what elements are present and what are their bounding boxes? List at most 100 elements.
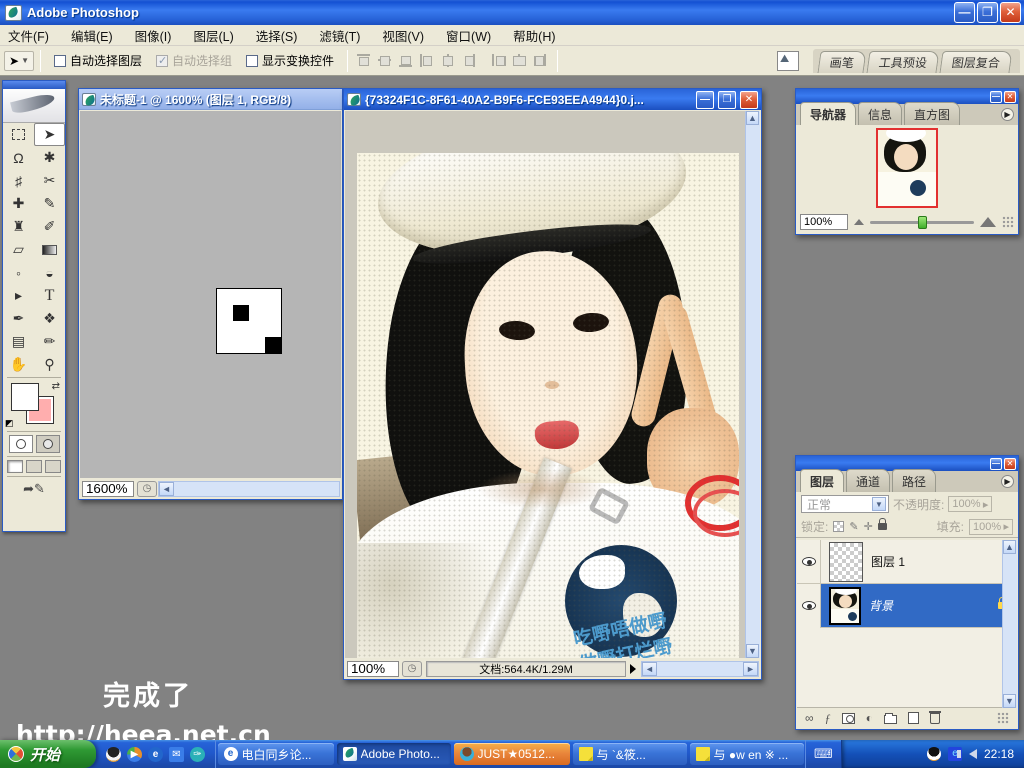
zoom-out-icon[interactable]	[854, 219, 864, 225]
doc1-image-checkerboard[interactable]	[216, 288, 282, 354]
zoom-tool[interactable]: ⚲	[34, 353, 65, 376]
task-note-1[interactable]: 与 `&筱...	[573, 743, 687, 765]
background-thumbnail[interactable]	[829, 587, 861, 625]
crop-tool[interactable]: ♯	[3, 169, 34, 192]
fullscreen-with-menu-button[interactable]	[26, 460, 42, 473]
move-tool-preset[interactable]: ➤ ▼	[4, 51, 34, 71]
lasso-tool[interactable]: Ω	[3, 146, 34, 169]
show-transform-controls-option[interactable]: 显示变换控件	[246, 52, 334, 69]
doc2-titlebar[interactable]: {73324F1C-8F61-40A2-B9F6-FCE93EEA4944}0.…	[344, 89, 761, 110]
default-colors-icon[interactable]: ◩	[5, 418, 14, 429]
volume-icon[interactable]	[969, 749, 977, 759]
brush-tool[interactable]: ✎	[34, 192, 65, 215]
internet-explorer-icon[interactable]: e	[148, 747, 163, 762]
resize-grip[interactable]	[1002, 216, 1014, 228]
doc2-minimize-button[interactable]: —	[696, 91, 714, 109]
healing-brush-tool[interactable]: ✚	[3, 192, 34, 215]
layers-scrollbar[interactable]: ▲ ▼	[1002, 540, 1017, 708]
layer-row-layer1[interactable]: 图层 1	[797, 540, 1017, 584]
scroll-right-arrow[interactable]: ►	[743, 662, 758, 676]
tab-paths[interactable]: 路径	[892, 469, 936, 492]
lock-transparency-icon[interactable]	[833, 521, 844, 532]
file-browser-icon[interactable]	[777, 51, 799, 71]
tab-layer-comps[interactable]: 图层复合	[939, 51, 1012, 73]
link-layers-icon[interactable]: ∞	[805, 711, 814, 725]
dodge-tool[interactable]: ◒	[34, 261, 65, 284]
align-bottom-icon[interactable]	[398, 53, 415, 68]
doc1-zoom-field[interactable]	[82, 481, 134, 497]
hand-tool[interactable]: ✋	[3, 353, 34, 376]
doc2-zoom-field[interactable]	[347, 661, 399, 677]
distribute-center-icon[interactable]	[511, 53, 528, 68]
scroll-left-arrow[interactable]: ◄	[642, 662, 657, 676]
pen-tool[interactable]: ✒	[3, 307, 34, 330]
menu-filter[interactable]: 滤镜(T)	[319, 26, 360, 45]
new-layer-icon[interactable]	[908, 712, 919, 724]
align-right-icon[interactable]	[461, 53, 478, 68]
lock-paint-icon[interactable]: ✎	[849, 520, 858, 533]
start-button[interactable]: 开始	[0, 740, 96, 768]
layer1-thumbnail[interactable]	[829, 542, 863, 582]
notes-tool[interactable]: ▤	[3, 330, 34, 353]
palette-menu-icon[interactable]: ▶	[1001, 108, 1014, 121]
tab-info[interactable]: 信息	[858, 102, 902, 125]
custom-shape-tool[interactable]: ❖	[34, 307, 65, 330]
task-qq-chat[interactable]: JUST★0512...	[454, 743, 570, 765]
align-left-icon[interactable]	[419, 53, 436, 68]
scroll-left-arrow[interactable]: ◄	[159, 482, 174, 496]
align-horizontal-center-icon[interactable]	[440, 53, 457, 68]
doc2-canvas[interactable]: 吃嘢唔做嘢 做嘢打烂嘢 ▲ ▼	[345, 111, 760, 658]
close-button[interactable]: ✕	[1000, 2, 1021, 23]
gradient-tool[interactable]	[34, 238, 65, 261]
menu-view[interactable]: 视图(V)	[382, 26, 424, 45]
foreground-color-swatch[interactable]	[12, 384, 38, 410]
tab-tool-presets[interactable]: 工具预设	[866, 51, 939, 73]
qq-tray-icon[interactable]	[927, 747, 941, 761]
adjustment-layer-icon[interactable]: ◐	[866, 711, 873, 725]
path-selection-tool[interactable]: ▸	[3, 284, 34, 307]
doc1-status-menu-icon[interactable]: ◷	[137, 481, 157, 497]
navigator-zoom-slider[interactable]	[870, 221, 974, 224]
doc2-maximize-button[interactable]: ❐	[718, 91, 736, 109]
type-tool[interactable]: T	[34, 284, 65, 307]
toolbox-titlebar[interactable]	[3, 81, 65, 89]
palette-close-button[interactable]: ✕	[1004, 91, 1016, 103]
status-flyout-arrow-icon[interactable]	[630, 664, 636, 674]
menu-file[interactable]: 文件(F)	[8, 26, 49, 45]
media-player-icon[interactable]: ▶	[127, 747, 142, 762]
add-layer-mask-icon[interactable]	[842, 713, 855, 724]
navigator-thumbnail[interactable]	[876, 128, 938, 208]
palette-minimize-button[interactable]: —	[990, 91, 1002, 103]
eyedropper-tool[interactable]: ✏	[34, 330, 65, 353]
doc1-canvas[interactable]	[80, 111, 341, 478]
doc2-status-menu-icon[interactable]: ◷	[402, 661, 422, 677]
delete-layer-icon[interactable]	[930, 713, 940, 724]
scroll-up-arrow[interactable]: ▲	[1003, 540, 1016, 554]
menu-window[interactable]: 窗口(W)	[446, 26, 491, 45]
distribute-left-icon[interactable]	[490, 53, 507, 68]
resize-grip[interactable]	[997, 712, 1009, 724]
blend-mode-select[interactable]: 正常 ▼	[801, 495, 889, 513]
menu-edit[interactable]: 编辑(E)	[71, 26, 113, 45]
task-photoshop[interactable]: Adobe Photo...	[337, 743, 451, 765]
align-vertical-center-icon[interactable]	[377, 53, 394, 68]
magic-wand-tool[interactable]: ✱	[34, 146, 65, 169]
history-brush-tool[interactable]: ✐	[34, 215, 65, 238]
clone-stamp-tool[interactable]: ♜	[3, 215, 34, 238]
language-bar[interactable]: ⌨	[805, 740, 842, 768]
minimize-button[interactable]: —	[954, 2, 975, 23]
palette-menu-icon[interactable]: ▶	[1001, 475, 1014, 488]
visibility-toggle[interactable]	[797, 584, 821, 628]
jump-to-imageready-button[interactable]: ➦✎	[3, 478, 65, 500]
new-group-icon[interactable]	[884, 715, 897, 724]
outlook-icon[interactable]: ✉	[169, 747, 184, 762]
pen-app-icon[interactable]: ✑	[190, 747, 205, 762]
task-note-2[interactable]: 与 ●w en ※ ...	[690, 743, 804, 765]
blur-tool[interactable]: ◦	[3, 261, 34, 284]
lock-position-icon[interactable]: ✛	[864, 520, 873, 533]
palette-minimize-button[interactable]: —	[990, 458, 1002, 470]
menu-help[interactable]: 帮助(H)	[513, 26, 555, 45]
restore-button[interactable]: ❐	[977, 2, 998, 23]
quick-mask-mode-button[interactable]	[36, 435, 60, 453]
align-top-icon[interactable]	[356, 53, 373, 68]
